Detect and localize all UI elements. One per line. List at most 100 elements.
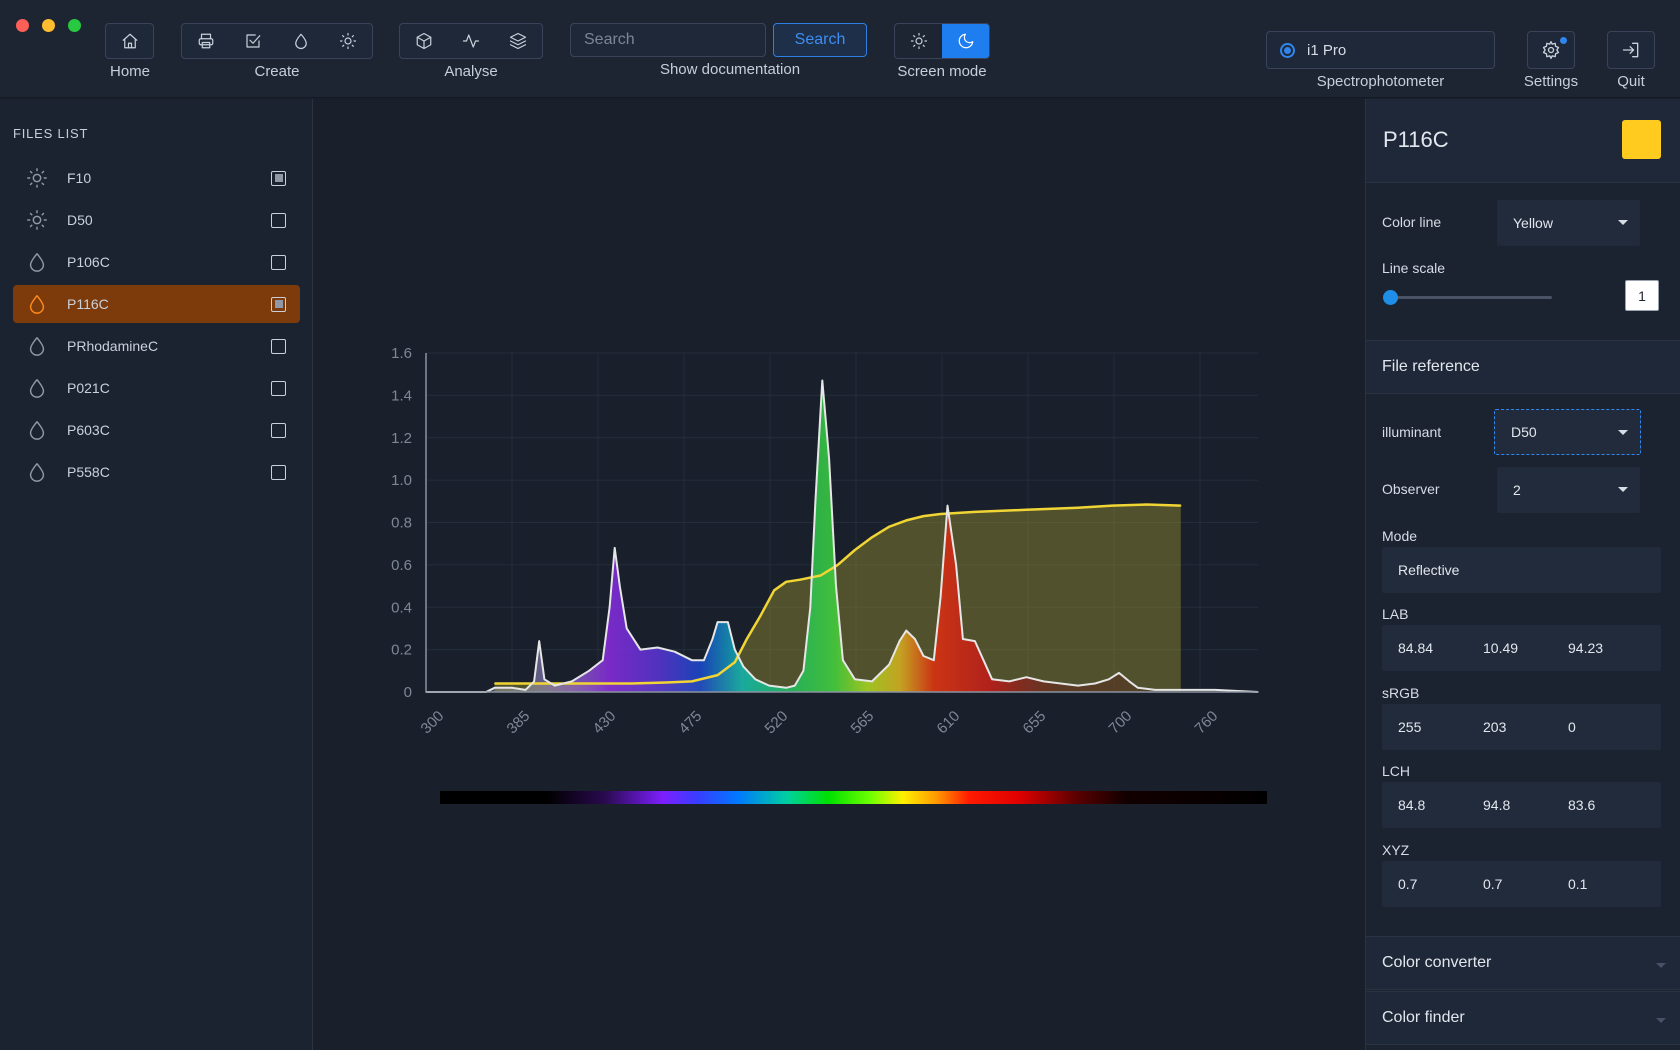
observer-label: Observer — [1382, 481, 1440, 497]
spectrum-series-point — [533, 680, 535, 683]
color-drop-icon — [25, 292, 49, 316]
color-finder-section[interactable]: Color finder — [1366, 991, 1680, 1045]
illuminant-dropdown[interactable]: D50 — [1494, 409, 1641, 455]
spectrum-series-point — [1214, 689, 1216, 691]
file-item-d50[interactable]: D50 — [13, 201, 300, 239]
file-item-prhodaminec[interactable]: PRhodamineC — [13, 327, 300, 365]
x-tick-label: 520 — [762, 708, 792, 738]
file-reference-title: File reference — [1382, 358, 1480, 375]
quit-button[interactable] — [1607, 31, 1655, 69]
sample-name: P116C — [1383, 127, 1449, 152]
printer-icon — [198, 33, 214, 49]
create-check-button[interactable] — [233, 25, 273, 57]
yellow-series-point — [836, 564, 839, 566]
file-item-p116c[interactable]: P116C — [13, 285, 300, 323]
line-scale-slider-thumb[interactable] — [1383, 290, 1398, 305]
file-label: PRhodamineC — [67, 338, 159, 354]
srgb-b-value: 0 — [1568, 719, 1576, 735]
close-window-button[interactable] — [16, 19, 29, 32]
color-drop-icon — [25, 418, 49, 442]
search-input[interactable] — [570, 23, 766, 57]
file-item-p558c[interactable]: P558C — [13, 453, 300, 491]
home-button[interactable] — [110, 25, 150, 57]
logout-icon — [1622, 42, 1639, 58]
srgb-values: 255 203 0 — [1382, 704, 1661, 750]
spectrum-series-point — [809, 606, 812, 609]
lab-l-value: 84.84 — [1398, 640, 1434, 656]
observer-dropdown[interactable]: 2 — [1497, 467, 1640, 513]
line-scale-slider[interactable] — [1390, 296, 1552, 299]
spectrum-series-point — [1118, 672, 1120, 674]
color-converter-section[interactable]: Color converter — [1366, 936, 1680, 990]
create-color-button[interactable] — [281, 25, 321, 57]
lab-b-value: 94.23 — [1568, 640, 1604, 656]
chevron-down-icon — [1618, 430, 1628, 435]
file-checkbox[interactable] — [271, 464, 286, 480]
analyse-layers-button[interactable] — [498, 25, 538, 57]
create-illuminant-button[interactable] — [328, 25, 368, 57]
print-button[interactable] — [186, 25, 226, 57]
spectrum-series-point — [511, 687, 513, 689]
files-list-title: FILES LIST — [13, 126, 89, 141]
lab-label: LAB — [1382, 606, 1409, 622]
srgb-label: sRGB — [1382, 685, 1420, 701]
device-radio[interactable] — [1280, 42, 1295, 58]
yellow-series-point — [1111, 504, 1113, 507]
analyse-group — [399, 23, 543, 59]
file-item-p021c[interactable]: P021C — [13, 369, 300, 407]
spectrum-series-point — [711, 638, 714, 640]
spectrum-series-point — [1137, 687, 1139, 689]
moon-icon — [958, 33, 973, 49]
yellow-series-point — [939, 513, 942, 515]
analyse-3d-button[interactable] — [404, 25, 444, 57]
spectrum-series-point — [785, 687, 787, 689]
spectrum-series-point — [933, 659, 935, 661]
spectrum-series-point — [898, 640, 901, 642]
dark-mode-button[interactable] — [942, 24, 989, 58]
sun-icon — [340, 32, 357, 50]
xyz-z-value: 0.1 — [1568, 876, 1588, 892]
file-checkbox[interactable] — [271, 212, 286, 228]
file-checkbox[interactable] — [271, 170, 286, 186]
show-documentation-link[interactable]: Show documentation — [620, 61, 840, 78]
file-item-p106c[interactable]: P106C — [13, 243, 300, 281]
settings-button[interactable] — [1527, 31, 1575, 69]
spectrum-series-point — [854, 678, 856, 681]
chart-series — [425, 379, 1259, 693]
spectrum-series-point — [814, 500, 817, 503]
maximize-window-button[interactable] — [68, 19, 81, 32]
file-checkbox[interactable] — [271, 254, 286, 270]
screen-mode-label: Screen mode — [897, 63, 987, 80]
file-item-p603c[interactable]: P603C — [13, 411, 300, 449]
spectrophotometer-select[interactable]: i1 Pro — [1266, 31, 1495, 69]
file-reference-section[interactable]: File reference — [1366, 340, 1680, 394]
search-button[interactable]: Search — [773, 23, 867, 57]
y-tick-label: 1.2 — [391, 430, 412, 447]
analyse-curve-button[interactable] — [451, 25, 491, 57]
device-name: i1 Pro — [1307, 41, 1347, 59]
yellow-series-point — [493, 682, 496, 685]
y-tick-label: 0.8 — [391, 515, 412, 532]
yellow-series-point — [854, 549, 856, 551]
spectrum-series-point — [538, 640, 540, 642]
spectrum-series-point — [802, 670, 805, 672]
yellow-series-point — [922, 515, 925, 517]
file-item-f10[interactable]: F10 — [13, 159, 300, 197]
yellow-series-point — [905, 519, 908, 522]
spectrum-series-point — [982, 659, 985, 661]
file-checkbox[interactable] — [271, 422, 286, 438]
light-mode-button[interactable] — [895, 24, 942, 58]
y-tick-label: 0.6 — [391, 557, 412, 574]
spectrum-series-point — [914, 638, 916, 640]
spectrum-series-point — [835, 585, 837, 587]
minimize-window-button[interactable] — [42, 19, 55, 32]
color-line-dropdown[interactable]: Yellow — [1497, 200, 1640, 246]
y-tick-label: 1.6 — [391, 345, 412, 362]
file-checkbox[interactable] — [271, 338, 286, 354]
file-checkbox[interactable] — [271, 380, 286, 396]
color-drop-icon — [25, 250, 49, 274]
file-checkbox[interactable] — [271, 296, 286, 312]
yellow-series-point — [665, 681, 667, 684]
line-scale-input[interactable] — [1625, 280, 1659, 311]
spectrum-series-point — [493, 687, 496, 689]
